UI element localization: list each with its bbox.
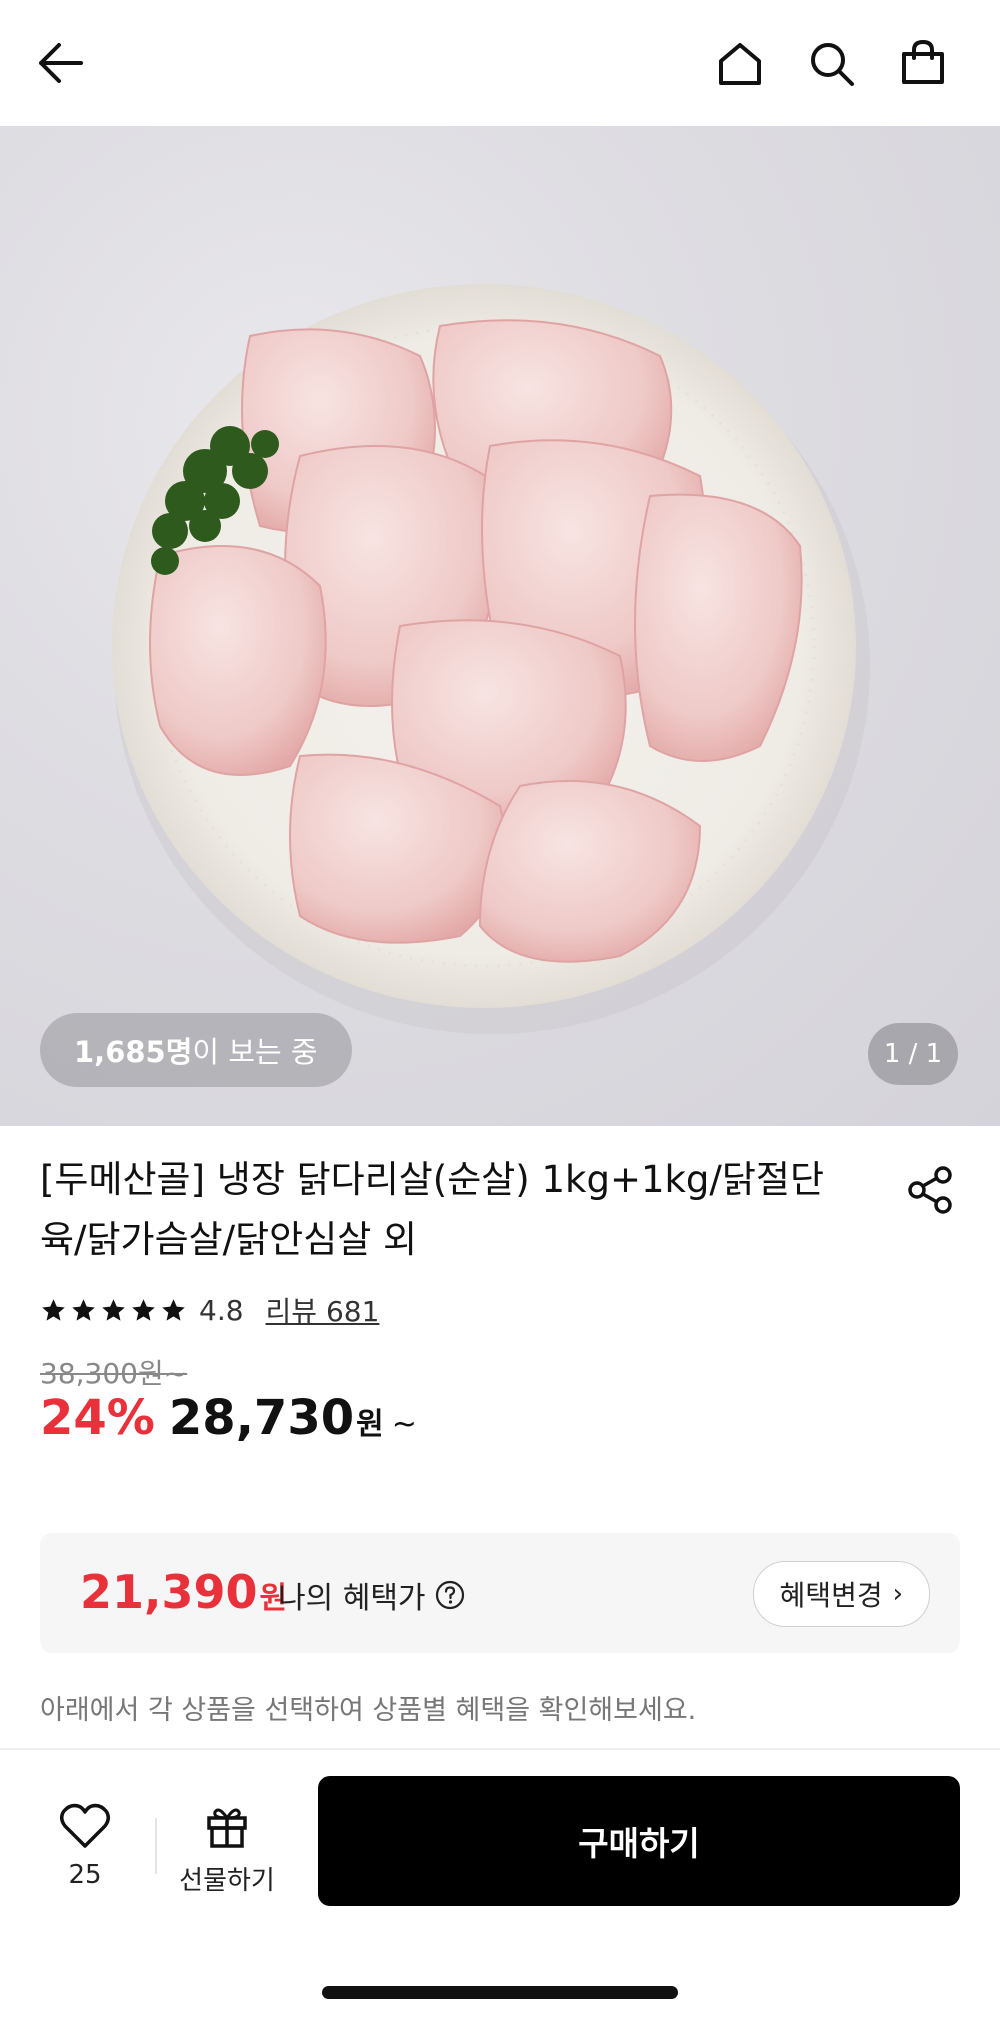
separator	[155, 1818, 157, 1874]
heart-icon	[60, 1803, 110, 1848]
product-image[interactable]: 1,685명 이 보는 중 1 / 1	[0, 126, 1000, 1126]
image-counter: 1 / 1	[868, 1023, 958, 1085]
home-icon[interactable]	[712, 36, 768, 92]
star-icon	[102, 1298, 125, 1321]
back-arrow-icon[interactable]	[30, 38, 90, 88]
star-icon	[42, 1298, 65, 1321]
benefit-label-text: 나의 혜택가	[278, 1581, 426, 1616]
chicken-plate-illustration	[112, 284, 870, 1034]
like-button[interactable]: 25	[50, 1802, 120, 1890]
sale-price-unit: 원	[356, 1407, 384, 1442]
review-link[interactable]: 리뷰 681	[266, 1290, 380, 1330]
buy-button[interactable]: 구매하기	[318, 1776, 960, 1906]
sale-price: 28,730	[168, 1390, 355, 1446]
sale-price-tilde: ~	[391, 1407, 417, 1442]
product-title: [두메산골] 냉장 닭다리살(순살) 1kg+1kg/닭절단육/닭가슴살/닭안심…	[40, 1158, 824, 1261]
star-icon	[132, 1298, 155, 1321]
bottom-action-bar: 25 선물하기 구매하기	[0, 1750, 1000, 1950]
star-rating	[40, 1297, 187, 1324]
price-row: 24% 28,730 원 ~	[40, 1390, 417, 1446]
rating-row: 4.8 리뷰 681	[40, 1290, 379, 1330]
benefit-hint: 아래에서 각 상품을 선택하여 상품별 혜택을 확인해보세요.	[40, 1695, 697, 1726]
benefit-change-label: 혜택변경	[779, 1579, 883, 1612]
benefit-price-value: 21,390	[80, 1565, 258, 1619]
discount-rate: 24%	[40, 1390, 155, 1446]
benefit-price-box: 21,390 원 나의 혜택가 혜택변경 ›	[40, 1533, 960, 1653]
star-icon	[72, 1298, 95, 1321]
benefit-label: 나의 혜택가	[278, 1573, 466, 1617]
viewers-suffix: 이 보는 중	[192, 1035, 318, 1069]
share-icon[interactable]	[900, 1160, 960, 1220]
gift-icon	[207, 1808, 247, 1848]
original-price: 38,300원~	[40, 1357, 188, 1390]
benefit-price: 21,390 원	[80, 1565, 287, 1619]
home-indicator	[322, 1986, 678, 1999]
benefit-change-button[interactable]: 혜택변경 ›	[752, 1561, 930, 1627]
viewers-badge: 1,685명 이 보는 중	[40, 1013, 352, 1087]
top-navigation-bar	[0, 0, 1000, 126]
question-icon[interactable]	[434, 1579, 466, 1611]
viewers-count: 1,685명	[74, 1035, 193, 1069]
gift-label: 선물하기	[179, 1866, 275, 1896]
search-icon[interactable]	[804, 36, 860, 92]
star-icon	[162, 1298, 185, 1321]
like-count: 25	[68, 1860, 102, 1890]
gift-button[interactable]: 선물하기	[172, 1802, 282, 1897]
chevron-right-icon: ›	[892, 1579, 903, 1609]
shopping-bag-icon[interactable]	[894, 34, 952, 92]
rating-value: 4.8	[199, 1293, 244, 1327]
